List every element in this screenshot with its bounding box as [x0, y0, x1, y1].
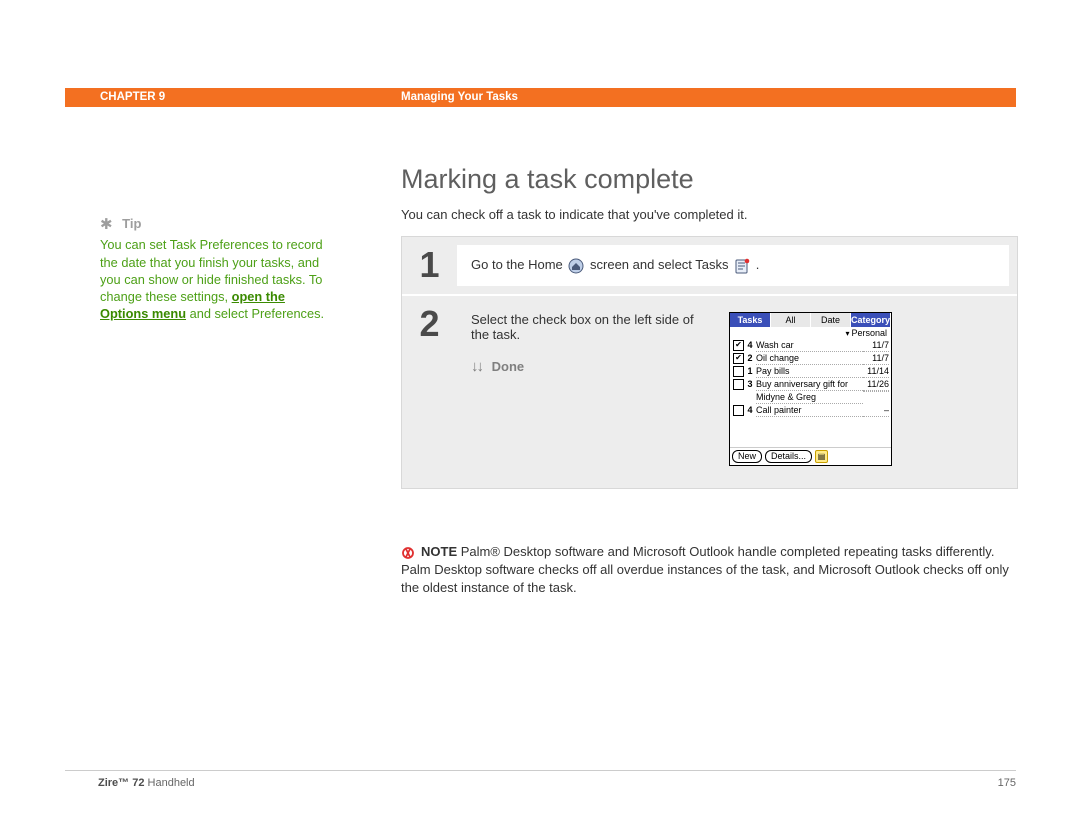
palm-checkbox: [733, 379, 744, 390]
step-2-content: Select the check box on the left side of…: [457, 304, 1009, 474]
step1-mid: screen and select Tasks: [590, 257, 732, 272]
palm-new-button: New: [732, 450, 762, 463]
palm-task-text: Midyne & Greg: [756, 391, 863, 404]
palm-filter: ▾Personal: [730, 327, 891, 339]
note-block: NOTE Palm® Desktop software and Microsof…: [401, 543, 1011, 598]
down-arrow-icon: ↓: [477, 358, 485, 375]
palm-task-date: 11/26: [863, 378, 889, 391]
palm-checkbox: [733, 366, 744, 377]
note-icon: [401, 546, 415, 560]
palm-task-date: 11/14: [863, 365, 889, 378]
step1-post: .: [756, 257, 760, 272]
palm-task-text: Pay bills: [756, 365, 863, 378]
home-icon: [568, 258, 584, 274]
page-number: 175: [998, 777, 1016, 789]
step-2: 2 Select the check box on the left side …: [402, 296, 1017, 488]
palm-checkbox: ✔: [733, 340, 744, 351]
footer-model: Zire™ 72 Handheld: [65, 777, 195, 789]
step-1-content: Go to the Home screen and select Tasks .: [457, 245, 1009, 286]
note-label: NOTE: [421, 544, 457, 559]
palm-task-date: –: [863, 404, 889, 417]
palm-priority: 2: [746, 352, 754, 364]
palm-task-row: ✔2Oil change11/7: [732, 352, 889, 365]
palm-task-date: [863, 391, 889, 392]
page-footer: Zire™ 72 Handheld 175: [65, 770, 1016, 789]
step-2-number: 2: [402, 296, 457, 488]
palm-task-text: Wash car: [756, 339, 863, 352]
step1-pre: Go to the Home: [471, 257, 566, 272]
palm-task-row: 4Call painter–: [732, 404, 889, 417]
palm-tabs: Tasks All Date Category: [730, 313, 891, 327]
tasks-icon: [734, 258, 750, 274]
done-indicator: ↓↓ Done: [471, 358, 711, 375]
done-label: Done: [492, 359, 525, 374]
palm-tab-date: Date: [811, 313, 851, 327]
chapter-title: Managing Your Tasks: [401, 91, 518, 103]
palm-checkbox: ✔: [733, 353, 744, 364]
palm-task-row: Midyne & Greg: [732, 391, 889, 404]
palm-priority: 3: [746, 378, 754, 390]
palm-task-text: Oil change: [756, 352, 863, 365]
asterisk-icon: ✱: [100, 216, 113, 233]
note-text: Palm® Desktop software and Microsoft Out…: [401, 544, 1009, 595]
palm-checkbox: [733, 405, 744, 416]
palm-task-text: Buy anniversary gift for: [756, 378, 863, 391]
step2-text: Select the check box on the left side of…: [471, 312, 711, 342]
palm-task-row: ✔4Wash car11/7: [732, 339, 889, 352]
palm-tab-all: All: [771, 313, 811, 327]
tip-pre: You can set Task Preferences to record t…: [100, 237, 323, 304]
section-heading: Marking a task complete: [401, 164, 694, 195]
dropdown-arrow-icon: ▾: [845, 329, 849, 338]
step-1-number: 1: [402, 237, 457, 294]
step-1: 1 Go to the Home screen and select Tasks…: [402, 237, 1017, 296]
palm-tab-category: Category: [851, 313, 891, 327]
palm-task-text: Call painter: [756, 404, 863, 417]
tip-label: Tip: [122, 216, 141, 231]
tip-block: ✱ Tip You can set Task Preferences to re…: [100, 214, 330, 323]
palm-priority: 4: [746, 404, 754, 416]
palm-note-icon: ▤: [815, 450, 828, 463]
steps-box: 1 Go to the Home screen and select Tasks…: [401, 236, 1018, 489]
palm-task-list: ✔4Wash car11/7✔2Oil change11/71Pay bills…: [730, 339, 891, 447]
chapter-label: CHAPTER 9: [100, 91, 165, 103]
tip-post: and select Preferences.: [186, 306, 324, 321]
intro-text: You can check off a task to indicate tha…: [401, 207, 747, 222]
palm-task-date: 11/7: [863, 352, 889, 365]
palm-task-row: 3Buy anniversary gift for11/26: [732, 378, 889, 391]
palm-priority: 1: [746, 365, 754, 377]
palm-tab-tasks: Tasks: [730, 313, 771, 327]
tip-body: You can set Task Preferences to record t…: [100, 236, 330, 322]
palm-tasks-screenshot: Tasks All Date Category ▾Personal ✔4Wash…: [729, 312, 892, 466]
header-bar: CHAPTER 9 Managing Your Tasks: [65, 88, 1016, 107]
palm-task-row: 1Pay bills11/14: [732, 365, 889, 378]
palm-task-date: 11/7: [863, 339, 889, 352]
palm-details-button: Details...: [765, 450, 812, 463]
palm-priority: 4: [746, 339, 754, 351]
palm-footer: New Details... ▤: [730, 447, 891, 465]
